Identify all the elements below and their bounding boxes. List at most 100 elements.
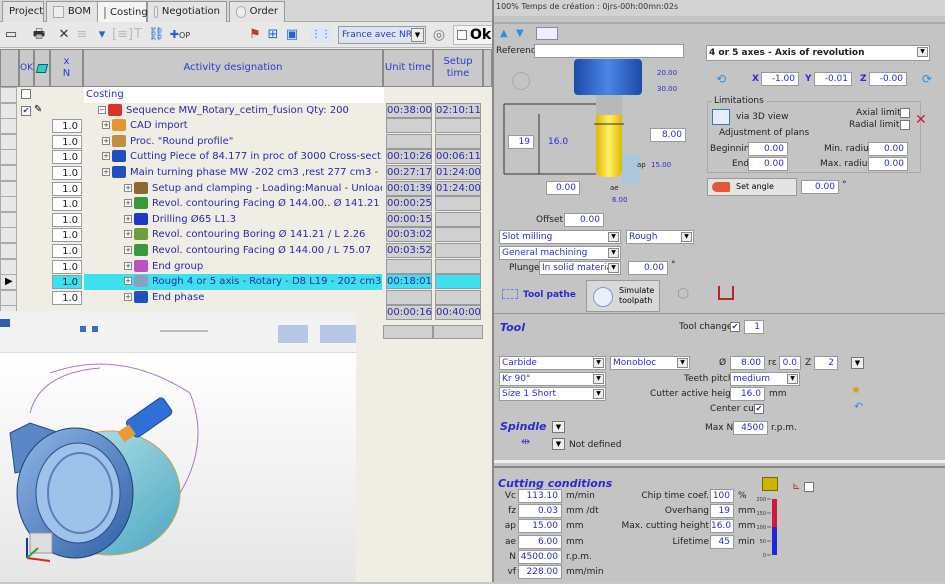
quantity-input[interactable]: 1.0	[52, 197, 82, 212]
header-setup-time[interactable]: Setup time	[433, 49, 483, 87]
table-row[interactable]: 1.0 + Revol. contouring Facing Ø 144.00.. …	[0, 196, 492, 213]
corner-radius-input[interactable]: 0.0	[779, 356, 801, 370]
link-icon[interactable]: ⛓	[148, 27, 165, 43]
tool-size-select[interactable]: Size 1 Short ▼	[499, 387, 606, 401]
country-select[interactable]: France avec NRC ▼	[338, 26, 426, 44]
spindle-type-dropdown[interactable]: ▼	[552, 438, 565, 450]
axis-z-input[interactable]: -0.00	[869, 72, 907, 86]
row-selector[interactable]	[0, 149, 17, 166]
quantity-input[interactable]: 1.0	[52, 228, 82, 243]
activity-designation[interactable]: + End group	[84, 259, 382, 275]
quantity-input[interactable]: 1.0	[52, 166, 82, 180]
param-input[interactable]: 15.00	[518, 519, 562, 534]
tab-order[interactable]: Order	[229, 1, 285, 22]
undo-icon[interactable]: ↶	[854, 400, 863, 413]
expand-icon[interactable]: +	[124, 230, 132, 239]
activity-designation[interactable]: + Drilling Ø65 L1.3	[84, 212, 382, 228]
add-op-button[interactable]: ✚OP	[168, 27, 192, 43]
param-input[interactable]: 0.03	[518, 504, 562, 519]
corner-radius-input[interactable]: 0.00	[546, 181, 580, 195]
param-input[interactable]: 228.00	[518, 565, 562, 579]
axis-mode-select[interactable]: 4 or 5 axes - Axis of revolution ▼	[706, 45, 930, 61]
expand-icon[interactable]: +	[124, 261, 132, 270]
param-input[interactable]: 6.00	[518, 534, 562, 549]
table-row[interactable]: 1.0 + Proc. "Round profile"	[0, 133, 492, 150]
activity-designation[interactable]: + Rough 4 or 5 axis - Rotary - D8 L19 - 2…	[84, 274, 382, 291]
table-row[interactable]: 1.0 + Drilling Ø65 L1.3 00:00:15	[0, 211, 492, 228]
tool-material-select[interactable]: Carbide ▼	[499, 356, 606, 370]
table-row[interactable]: 1.0 + End group	[0, 258, 492, 275]
workpiece-visibility-button[interactable]	[320, 325, 356, 343]
more-options-dropdown[interactable]: ▼	[851, 357, 864, 369]
axial-limits-checkbox[interactable]	[900, 108, 910, 118]
expand-icon[interactable]: +	[124, 214, 132, 223]
axis-y-input[interactable]: -0.01	[814, 72, 852, 86]
group-icon[interactable]: [≡]	[112, 27, 133, 43]
row-selector[interactable]: ▶	[0, 274, 17, 291]
expand-icon[interactable]: +	[124, 277, 132, 286]
table-row[interactable]: 1.0 + Revol. contouring Facing Ø 144.00 / …	[0, 243, 492, 259]
toolpath-view-button[interactable]	[278, 325, 308, 343]
row-selector[interactable]	[0, 243, 17, 259]
magic-wand-icon[interactable]: ✷	[851, 383, 861, 397]
table-row[interactable]: 1.0 + Revol. contouring Boring Ø 141.21 / …	[0, 227, 492, 244]
tab-project[interactable]: Project	[2, 1, 44, 22]
tool-db-icon[interactable]	[536, 27, 558, 40]
table-row[interactable]: ▶ 1.0 + Rough 4 or 5 axis - Rotary - D8 L19…	[0, 274, 492, 291]
quantity-input[interactable]: 1.0	[52, 259, 82, 274]
print-icon[interactable]: 🖶	[30, 27, 48, 43]
kr-select[interactable]: Kr 90° ▼	[499, 372, 606, 386]
chevron-down-icon[interactable]: ▼	[917, 47, 928, 57]
spindle-dropdown[interactable]: ▼	[552, 421, 565, 433]
table-row[interactable]: ✔ ✎ − Sequence MW_Rotary_cetim_fusion Qty: …	[0, 102, 492, 119]
expand-icon[interactable]: +	[102, 121, 110, 130]
cube-icon[interactable]: ⬡	[677, 286, 689, 302]
list-icon[interactable]: ⋮⋮	[310, 27, 332, 43]
activity-designation[interactable]: + Revol. contouring Facing Ø 144.00 / L 7…	[84, 243, 382, 259]
tool-diameter-input[interactable]: 8.00	[730, 356, 765, 370]
teeth-count-input[interactable]: 2	[814, 356, 838, 370]
activity-designation[interactable]: + Setup and clamping - Loading:Manual - U…	[84, 181, 382, 197]
axis-reset-icon[interactable]: ⟳	[922, 72, 932, 86]
quantity-input[interactable]: 1.0	[52, 134, 82, 149]
3d-view-icon[interactable]	[712, 109, 730, 125]
activity-designation[interactable]: + CAD import	[84, 118, 382, 134]
activity-designation[interactable]: + Main turning phase MW -202 cm3 ,rest 27…	[84, 165, 382, 181]
row-selector[interactable]	[0, 133, 17, 150]
row-selector[interactable]	[0, 211, 17, 228]
activity-designation[interactable]: + Proc. "Round profile"	[84, 134, 382, 150]
param-input[interactable]: 100	[710, 489, 734, 503]
table-row[interactable]: 1.0 + Setup and clamping - Loading:Manual …	[0, 180, 492, 197]
ok-checkbox[interactable]	[457, 30, 467, 40]
simulate-toolpath-button[interactable]: Simulate toolpath	[586, 280, 660, 312]
axis-pick-icon[interactable]: ⟲	[716, 72, 732, 86]
min-radius-input[interactable]: 0.00	[868, 142, 908, 156]
quantity-input[interactable]: 1.0	[52, 290, 82, 305]
tool-change-checkbox[interactable]: ✔	[730, 322, 740, 332]
tool-number-input[interactable]: 1	[744, 320, 764, 334]
expand-icon[interactable]: +	[124, 183, 132, 192]
expand-icon[interactable]: +	[102, 152, 110, 161]
teeth-pitch-select[interactable]: medium ▼	[730, 372, 800, 386]
row-selector[interactable]	[0, 196, 17, 213]
max-radius-input[interactable]: 0.00	[868, 157, 908, 171]
expand-icon[interactable]: +	[102, 168, 110, 176]
row-selector[interactable]	[0, 258, 17, 275]
table-row[interactable]: 1.0 + Main turning phase MW -202 cm3 ,rest…	[0, 165, 492, 181]
activity-designation[interactable]: − Sequence MW_Rotary_cetim_fusion Qty: 20…	[84, 103, 382, 119]
header-icon[interactable]	[34, 49, 50, 87]
curve-icon[interactable]: ⊾	[792, 481, 800, 492]
stop-icon[interactable]	[92, 326, 98, 332]
row-selector[interactable]	[0, 102, 17, 119]
chevron-down-icon[interactable]: ▼	[608, 232, 619, 242]
total-length-input[interactable]: 19	[508, 135, 534, 149]
window-icon[interactable]: ▭	[4, 27, 18, 43]
reference-input[interactable]	[534, 44, 684, 58]
strategy-select[interactable]: Slot milling ▼	[499, 230, 621, 244]
pencil-icon[interactable]: ✎	[34, 104, 42, 115]
quantity-input[interactable]: 1.0	[52, 244, 82, 258]
set-angle-button[interactable]: Set angle	[707, 178, 797, 196]
param-input[interactable]: 45	[710, 534, 734, 549]
header-unit-time[interactable]: Unit time	[383, 49, 433, 87]
header-xn[interactable]: x N	[50, 49, 83, 87]
